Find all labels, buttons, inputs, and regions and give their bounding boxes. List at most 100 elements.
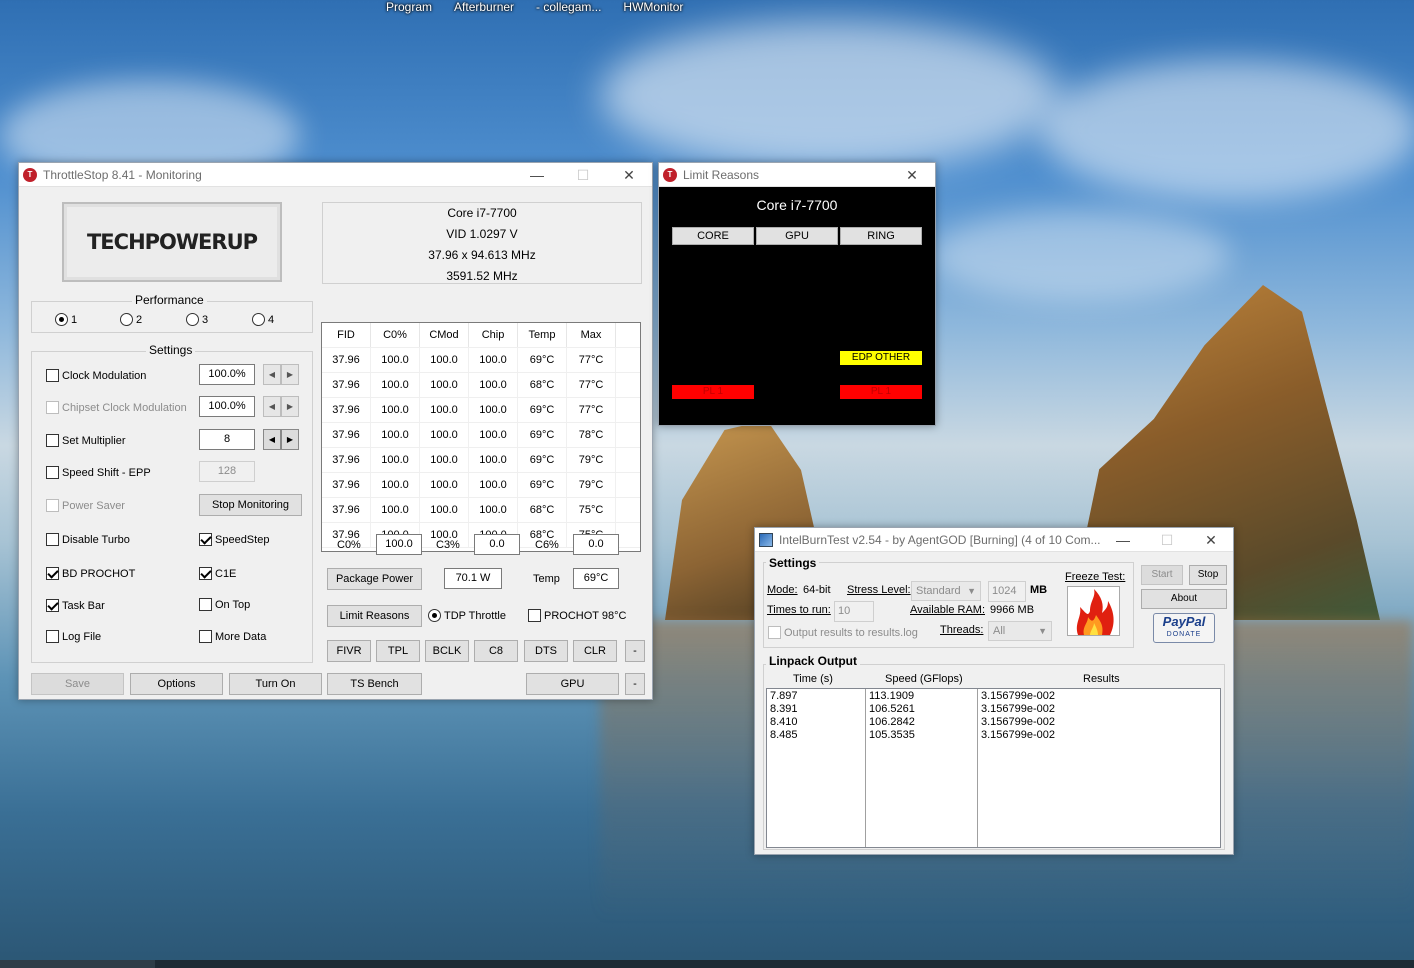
table-cell: 69°C	[518, 348, 567, 372]
power-saver-checkbox[interactable]: Power Saver	[46, 499, 125, 512]
techpowerup-logo[interactable]: TECHPOWERUP	[62, 202, 282, 282]
core-pl1-indicator: PL 1	[672, 385, 754, 399]
options-button[interactable]: Options	[130, 673, 223, 695]
table-cell: 77°C	[567, 348, 616, 372]
throttlestop-app-icon: T	[663, 167, 677, 182]
available-ram-value: 9966 MB	[990, 604, 1035, 616]
stress-level-dropdown[interactable]: Standard ▼	[911, 581, 981, 601]
task-bar-checkbox[interactable]: Task Bar	[46, 599, 105, 612]
profile-radio-1[interactable]: 1	[55, 313, 77, 326]
c6-label: C6%	[535, 539, 559, 551]
table-cell: 100.0	[420, 423, 469, 447]
more-data-checkbox[interactable]: More Data	[199, 630, 266, 643]
table-header: Chip	[469, 323, 518, 347]
results-column-header: Results	[1083, 673, 1120, 685]
paypal-donate-button[interactable]: PayPal DONATE	[1153, 613, 1215, 643]
table-cell: 100.0	[420, 373, 469, 397]
intelburntest-titlebar[interactable]: IntelBurnTest v2.54 - by AgentGOD [Burni…	[755, 528, 1233, 552]
start-button[interactable]: Start	[1141, 565, 1183, 585]
close-button[interactable]: ✕	[606, 163, 652, 187]
multiplier-left-arrow[interactable]: ◀	[263, 429, 281, 450]
stop-button[interactable]: Stop	[1189, 565, 1227, 585]
donate-label: DONATE	[1166, 631, 1202, 638]
times-to-run-input[interactable]: 10	[834, 601, 874, 622]
bclk-button[interactable]: BCLK	[425, 640, 469, 662]
desktop-icon-afterburner[interactable]: Afterburner	[454, 0, 514, 14]
fivr-button[interactable]: FIVR	[327, 640, 371, 662]
memory-input[interactable]: 1024	[988, 581, 1026, 602]
save-button[interactable]: Save	[31, 673, 124, 695]
set-multiplier-value[interactable]: 8	[199, 429, 255, 450]
multiplier-right-arrow[interactable]: ▶	[281, 429, 299, 450]
chipset-modulation-right-arrow[interactable]: ▶	[281, 396, 299, 417]
clr-button[interactable]: CLR	[573, 640, 617, 662]
c8-button[interactable]: C8	[474, 640, 518, 662]
speedstep-checkbox[interactable]: SpeedStep	[199, 533, 269, 546]
gpu-button[interactable]: GPU	[526, 673, 619, 695]
minimize-button[interactable]: —	[1101, 528, 1145, 552]
minimize-button[interactable]: —	[514, 163, 560, 187]
time-column: 7.897 8.391 8.410 8.485	[767, 689, 866, 847]
taskbar	[0, 960, 1414, 968]
clock-modulation-checkbox[interactable]: Clock Modulation	[46, 369, 146, 382]
bd-prochot-checkbox[interactable]: BD PROCHOT	[46, 567, 135, 580]
profile-radio-3[interactable]: 3	[186, 313, 208, 326]
table-cell: 100.0	[469, 423, 518, 447]
times-to-run-label: Times to run:	[767, 604, 831, 616]
threads-dropdown[interactable]: All ▼	[988, 621, 1052, 641]
stress-level-label: Stress Level:	[847, 584, 911, 596]
clock-modulation-right-arrow[interactable]: ▶	[281, 364, 299, 385]
ts-bench-button[interactable]: TS Bench	[327, 673, 422, 695]
clock-modulation-value[interactable]: 100.0%	[199, 364, 255, 385]
tpl-button[interactable]: TPL	[376, 640, 420, 662]
stop-monitoring-button[interactable]: Stop Monitoring	[199, 494, 302, 516]
desktop-icon-collegamento[interactable]: - collegam...	[536, 0, 601, 14]
cpu-multiplier: 37.96 x 94.613 MHz	[428, 248, 536, 262]
chipset-clock-modulation-checkbox[interactable]: Chipset Clock Modulation	[46, 401, 187, 414]
on-top-checkbox[interactable]: On Top	[199, 598, 250, 611]
prochot-checkbox[interactable]: PROCHOT 98°C	[528, 609, 626, 622]
log-file-checkbox[interactable]: Log File	[46, 630, 101, 643]
linpack-results-list[interactable]: 7.897 8.391 8.410 8.485 113.1909 106.526…	[766, 688, 1221, 848]
disable-turbo-checkbox[interactable]: Disable Turbo	[46, 533, 130, 546]
table-header: CMod	[420, 323, 469, 347]
package-temp-value: 69°C	[573, 568, 619, 589]
maximize-button[interactable]: ☐	[1145, 528, 1189, 552]
table-cell: 79°C	[567, 448, 616, 472]
dts-button[interactable]: DTS	[524, 640, 568, 662]
about-button[interactable]: About	[1141, 589, 1227, 609]
table-cell: 37.96	[322, 473, 371, 497]
maximize-button[interactable]: ☐	[560, 163, 606, 187]
desktop-icon-program[interactable]: Program	[386, 0, 432, 14]
table-cell: 77°C	[567, 398, 616, 422]
turn-on-button[interactable]: Turn On	[229, 673, 322, 695]
output-log-checkbox[interactable]: Output results to results.log	[768, 626, 918, 639]
clock-modulation-left-arrow[interactable]: ◀	[263, 364, 281, 385]
limit-reasons-body: Core i7-7700 CORE GPU RING EDP OTHER PL …	[659, 187, 935, 425]
chipset-clock-modulation-value[interactable]: 100.0%	[199, 396, 255, 417]
profile-radio-2[interactable]: 2	[120, 313, 142, 326]
desktop-icon-hwmonitor[interactable]: HWMonitor	[623, 0, 683, 14]
chipset-modulation-left-arrow[interactable]: ◀	[263, 396, 281, 417]
c6-value: 0.0	[573, 534, 619, 555]
limit-reasons-button[interactable]: Limit Reasons	[327, 605, 422, 627]
profile-radio-4[interactable]: 4	[252, 313, 274, 326]
c1e-checkbox[interactable]: C1E	[199, 567, 236, 580]
gpu-collapse-button[interactable]: -	[625, 673, 645, 695]
limit-reasons-titlebar[interactable]: T Limit Reasons ✕	[659, 163, 935, 187]
ring-pl1-indicator: PL 1	[840, 385, 922, 399]
close-button[interactable]: ✕	[1189, 528, 1233, 552]
wallpaper-cloud	[930, 210, 1230, 300]
collapse-button[interactable]: -	[625, 640, 645, 662]
speed-shift-checkbox[interactable]: Speed Shift - EPP	[46, 466, 151, 479]
table-cell: 100.0	[469, 473, 518, 497]
speed-shift-value[interactable]: 128	[199, 461, 255, 482]
set-multiplier-checkbox[interactable]: Set Multiplier	[46, 434, 126, 447]
close-button[interactable]: ✕	[889, 163, 935, 187]
throttlestop-titlebar[interactable]: T ThrottleStop 8.41 - Monitoring — ☐ ✕	[19, 163, 652, 187]
tdp-throttle-radio[interactable]: TDP Throttle	[428, 609, 506, 622]
package-power-button[interactable]: Package Power	[327, 568, 422, 590]
c3-label: C3%	[436, 539, 460, 551]
list-item: 106.2842	[869, 716, 915, 728]
freeze-test-flame-icon[interactable]	[1067, 586, 1120, 636]
